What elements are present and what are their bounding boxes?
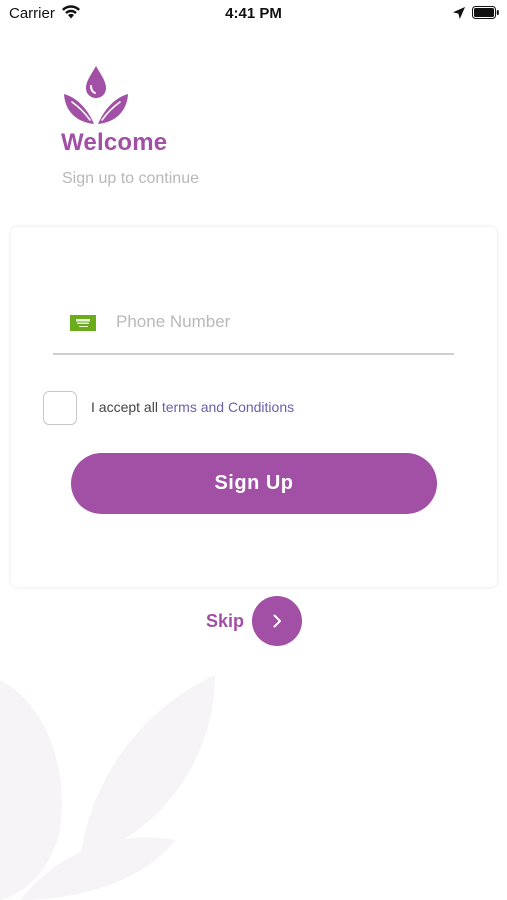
skip-button[interactable] <box>252 596 302 646</box>
phone-input-underline <box>53 353 454 355</box>
skip-label[interactable]: Skip <box>206 611 244 632</box>
terms-text: I accept all terms and Conditions <box>91 399 294 415</box>
status-bar: Carrier 4:41 PM <box>0 0 507 28</box>
page-subtitle: Sign up to continue <box>62 170 199 187</box>
location-arrow-icon <box>453 7 465 19</box>
leaf-drop-logo <box>64 66 128 124</box>
page-title: Welcome <box>61 129 168 156</box>
background-leaves-decoration <box>0 675 215 900</box>
battery-icon <box>472 6 499 19</box>
phone-number-input[interactable] <box>114 306 448 338</box>
terms-link[interactable]: terms and Conditions <box>162 399 294 415</box>
chevron-right-icon <box>273 614 281 628</box>
terms-checkbox[interactable] <box>43 391 77 425</box>
terms-prefix: I accept all <box>91 399 162 415</box>
saudi-flag-icon[interactable] <box>70 315 96 331</box>
clock: 4:41 PM <box>225 5 282 22</box>
signup-button[interactable]: Sign Up <box>71 453 437 514</box>
